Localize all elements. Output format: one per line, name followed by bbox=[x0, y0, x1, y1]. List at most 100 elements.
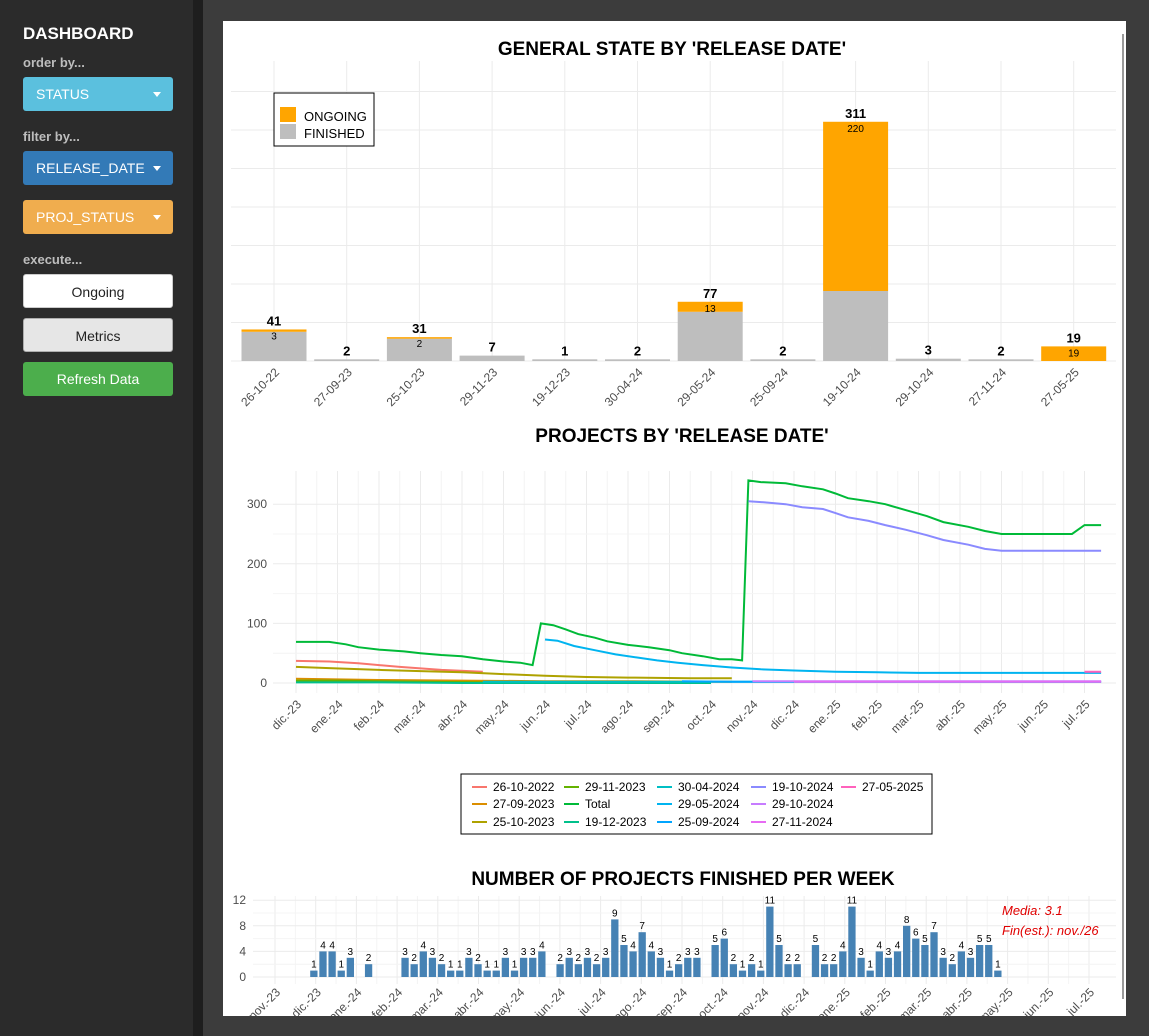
week-bar-label: 2 bbox=[822, 953, 828, 964]
week-bar bbox=[775, 945, 783, 977]
bar-inner-label: 3 bbox=[271, 331, 277, 342]
week-bar bbox=[912, 938, 920, 977]
x-tick-label: 19-10-24 bbox=[820, 365, 864, 409]
week-bar bbox=[328, 951, 336, 977]
week-bar bbox=[474, 964, 482, 977]
sidebar-divider[interactable] bbox=[193, 0, 203, 1036]
x-tick-label: jul.-24 bbox=[561, 697, 595, 731]
week-bar bbox=[364, 964, 373, 977]
x-tick-label: dic.-24 bbox=[777, 985, 813, 1016]
legend-swatch-finished bbox=[280, 124, 296, 139]
week-bar-label: 3 bbox=[530, 947, 536, 958]
week-bar bbox=[921, 945, 929, 977]
x-tick-label: dic.-24 bbox=[767, 697, 803, 733]
week-bar bbox=[574, 964, 582, 977]
bar-finished bbox=[677, 311, 743, 361]
refresh-data-button[interactable]: Refresh Data bbox=[23, 362, 173, 396]
week-bar-label: 3 bbox=[940, 947, 946, 958]
x-tick-label: oct.-24 bbox=[683, 697, 719, 733]
x-tick-label: nov.-24 bbox=[734, 985, 772, 1016]
week-bar-label: 7 bbox=[931, 921, 937, 932]
week-bar-label: 2 bbox=[557, 953, 563, 964]
week-bar-label: 4 bbox=[895, 940, 901, 951]
week-bar bbox=[793, 964, 801, 977]
sidebar: DASHBOARD order by... STATUS filter by..… bbox=[0, 0, 193, 1036]
bar-total-label: 77 bbox=[703, 286, 717, 301]
week-bar bbox=[966, 957, 975, 977]
week-bar bbox=[346, 957, 354, 977]
filter-proj-status-dropdown[interactable]: PROJ_STATUS bbox=[23, 200, 173, 234]
order-status-dropdown[interactable]: STATUS bbox=[23, 77, 173, 111]
x-tick-label: feb.-25 bbox=[849, 697, 886, 734]
metrics-button[interactable]: Metrics bbox=[23, 318, 173, 352]
week-bar-label: 4 bbox=[329, 940, 335, 951]
annotation-media: Media: 3.1 bbox=[1002, 903, 1063, 918]
week-bar-label: 3 bbox=[402, 947, 408, 958]
week-bar-label: 5 bbox=[776, 934, 782, 945]
week-bar-label: 1 bbox=[493, 960, 499, 971]
order-status-value: STATUS bbox=[36, 86, 90, 102]
week-bar bbox=[592, 964, 601, 977]
week-bar bbox=[456, 970, 464, 977]
x-tick-label: jul.-25 bbox=[1063, 985, 1097, 1016]
x-tick-label: jun.-25 bbox=[1020, 985, 1057, 1016]
x-tick-label: abr.-24 bbox=[434, 697, 471, 734]
legend-label: 27-11-2024 bbox=[772, 815, 833, 829]
x-tick-label: 25-10-23 bbox=[384, 365, 428, 409]
week-bar-label: 2 bbox=[439, 953, 445, 964]
week-bar-label: 11 bbox=[765, 896, 776, 907]
ongoing-button[interactable]: Ongoing bbox=[23, 274, 173, 308]
week-bar bbox=[994, 970, 1002, 977]
y-tick-label: 0 bbox=[239, 970, 246, 984]
week-bar bbox=[629, 951, 637, 977]
week-bar-label: 2 bbox=[594, 953, 600, 964]
bar-finished bbox=[459, 355, 525, 361]
x-tick-label: 27-11-24 bbox=[966, 365, 1009, 408]
projects-line-chart: PROJECTS BY 'RELEASE DATE' 0 100 200 300 dic… bbox=[247, 426, 1116, 835]
chart1-legend: ONGOING FINISHED bbox=[273, 92, 375, 147]
y-tick-label: 0 bbox=[260, 676, 267, 690]
week-bar-label: 2 bbox=[475, 953, 481, 964]
week-bar-label: 6 bbox=[721, 928, 727, 939]
week-bar-label: 5 bbox=[922, 934, 928, 945]
week-bar-label: 3 bbox=[603, 947, 609, 958]
week-bar-label: 3 bbox=[694, 947, 700, 958]
week-bar bbox=[310, 970, 318, 977]
week-bar-label: 4 bbox=[539, 940, 545, 951]
legend-label: 25-10-2023 bbox=[493, 815, 555, 829]
x-tick-label: feb.-24 bbox=[351, 697, 388, 734]
week-bar bbox=[757, 970, 765, 977]
y-tick-label: 12 bbox=[233, 893, 247, 907]
week-bar-label: 2 bbox=[411, 953, 417, 964]
x-tick-label: oct.-24 bbox=[695, 985, 731, 1016]
bar-finished bbox=[750, 359, 816, 361]
week-bar-label: 3 bbox=[658, 947, 664, 958]
x-tick-label: sep.-24 bbox=[652, 985, 690, 1016]
week-bar bbox=[811, 945, 820, 977]
week-bar bbox=[875, 951, 883, 977]
week-bar-label: 9 bbox=[612, 908, 618, 919]
x-tick-label: may.-24 bbox=[487, 985, 527, 1016]
week-bar-label: 2 bbox=[794, 953, 800, 964]
week-bar-label: 1 bbox=[867, 960, 873, 971]
x-tick-label: sep.-24 bbox=[639, 697, 677, 735]
week-bar-label: 4 bbox=[320, 940, 326, 951]
legend-label: 29-05-2024 bbox=[678, 797, 740, 811]
filter-release-date-value: RELEASE_DATE bbox=[36, 160, 145, 176]
y-tick-label: 300 bbox=[247, 497, 267, 511]
filter-release-date-dropdown[interactable]: RELEASE_DATE bbox=[23, 151, 173, 185]
week-bar-label: 1 bbox=[338, 960, 344, 971]
x-tick-label: dic.-23 bbox=[269, 697, 305, 733]
legend-label: Total bbox=[585, 797, 610, 811]
week-bar bbox=[684, 957, 692, 977]
week-bar-label: 3 bbox=[886, 947, 892, 958]
week-bar-label: 3 bbox=[858, 947, 864, 958]
x-tick-label: mar.-24 bbox=[407, 985, 446, 1016]
week-bar bbox=[319, 951, 327, 977]
bar-inner-label: 220 bbox=[847, 124, 864, 135]
weekly-finished-chart: NUMBER OF PROJECTS FINISHED PER WEEK 0 4 8… bbox=[233, 869, 1116, 1016]
x-tick-label: jun.-24 bbox=[517, 697, 554, 734]
week-bar bbox=[930, 932, 938, 977]
chart3-title: NUMBER OF PROJECTS FINISHED PER WEEK bbox=[471, 869, 895, 890]
panel-scrollbar[interactable] bbox=[1122, 34, 1124, 999]
